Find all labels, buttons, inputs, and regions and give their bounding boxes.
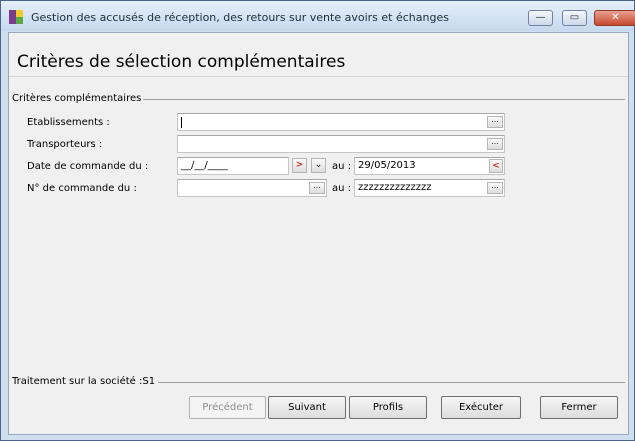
etablissements-label: Etablissements : [27, 117, 110, 128]
fermer-button[interactable]: Fermer [540, 396, 618, 419]
transporteurs-browse-button[interactable]: ... [487, 138, 503, 150]
dialog-content: Critères de sélection complémentaires Cr… [8, 32, 629, 435]
num-commande-label: N° de commande du : [27, 183, 137, 194]
suivant-button[interactable]: Suivant [268, 396, 346, 419]
application-window: Gestion des accusés de réception, des re… [0, 0, 635, 441]
num-commande-to-field[interactable]: zzzzzzzzzzzzzz ... [354, 179, 505, 197]
date-commande-from-field[interactable]: __/__/____ [177, 157, 289, 175]
date-prev-button[interactable]: < [489, 159, 503, 173]
etablissements-field[interactable]: ... [177, 113, 505, 131]
maximize-icon: ▭ [569, 12, 580, 23]
num-commande-to-label: au : [332, 183, 352, 194]
header-separator [9, 76, 628, 77]
minimize-button[interactable]: — [528, 10, 553, 26]
date-commande-to-label: au : [332, 161, 352, 172]
close-button[interactable]: ✕ [594, 10, 635, 26]
chevron-right-icon: > [295, 160, 304, 170]
date-commande-to-field[interactable]: 29/05/2013 < [354, 157, 505, 175]
profils-button[interactable]: Profils [349, 396, 427, 419]
num-commande-to-browse-button[interactable]: ... [487, 182, 503, 194]
group-label: Critères complémentaires [12, 93, 144, 104]
num-commande-from-browse-button[interactable]: ... [309, 182, 325, 194]
group-separator [129, 99, 625, 100]
calendar-dropdown-button[interactable]: ⌄ [311, 158, 326, 173]
close-icon: ✕ [611, 12, 620, 23]
minimize-icon: — [535, 12, 546, 23]
app-icon [9, 10, 23, 24]
page-title: Critères de sélection complémentaires [17, 52, 346, 72]
chevron-down-icon: ⌄ [314, 160, 323, 170]
transporteurs-field[interactable]: ... [177, 135, 505, 153]
executer-button[interactable]: Exécuter [441, 396, 521, 419]
transporteurs-label: Transporteurs : [27, 139, 103, 150]
num-commande-from-field[interactable]: ... [177, 179, 327, 197]
date-commande-label: Date de commande du : [27, 161, 149, 172]
etablissements-browse-button[interactable]: ... [487, 116, 503, 128]
precedent-button[interactable]: Précédent [189, 396, 266, 419]
chevron-left-icon: < [492, 161, 500, 171]
company-status-label: Traitement sur la société :S1 [12, 376, 159, 387]
title-bar[interactable]: Gestion des accusés de réception, des re… [1, 1, 635, 31]
window-title: Gestion des accusés de réception, des re… [31, 11, 449, 24]
text-cursor [181, 117, 182, 128]
maximize-button[interactable]: ▭ [562, 10, 587, 26]
date-next-button[interactable]: > [292, 158, 307, 173]
footer-separator [154, 382, 625, 383]
